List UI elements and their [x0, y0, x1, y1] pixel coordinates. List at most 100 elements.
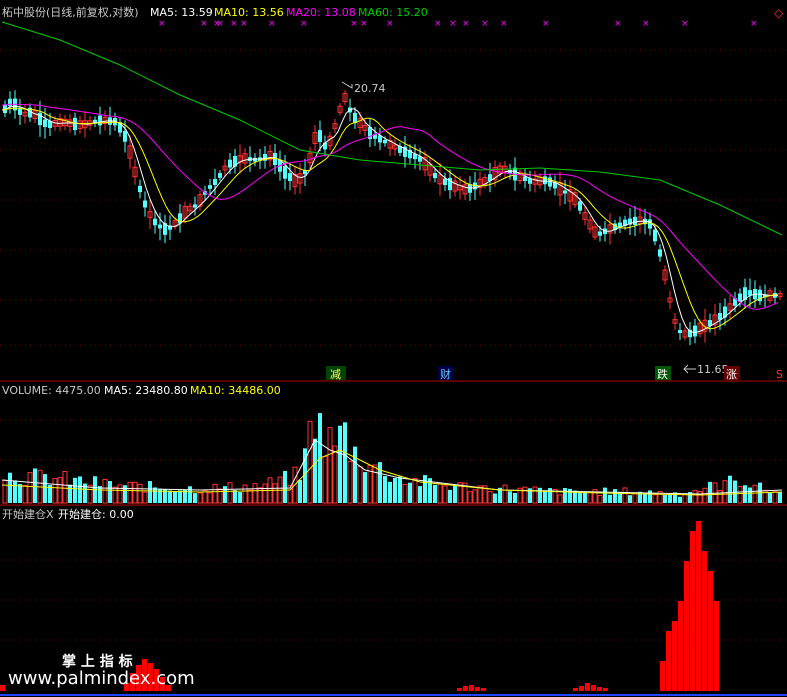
- volume-bar: [108, 481, 112, 503]
- indicator-bar: [678, 601, 683, 691]
- stock-chart: × × ×× × × × × × × × × × × × × × × × × × 柘中股份(日线,前复权,对数) MA…: [0, 5, 787, 696]
- volume-bar: [257, 487, 263, 504]
- volume-bar: [702, 487, 708, 504]
- signal-x-mark: ×: [681, 19, 689, 29]
- indicator-bar: [603, 688, 608, 691]
- volume-bar: [508, 491, 512, 503]
- volume-bar: [743, 485, 747, 503]
- signal-x-mark: ×: [542, 19, 550, 29]
- volume-bar: [513, 492, 517, 503]
- candle-body: [283, 165, 287, 179]
- tag-zhang[interactable]: 涨: [724, 366, 740, 381]
- volume-bar: [132, 481, 138, 504]
- signal-x-mark: ×: [642, 19, 650, 29]
- candle-body: [678, 329, 682, 334]
- volume-bar: [142, 491, 148, 504]
- signal-x-mark: ×: [216, 19, 224, 29]
- volume-bar: [247, 489, 253, 504]
- volume-bar: [372, 464, 378, 504]
- signal-x-mark: ×: [500, 19, 508, 29]
- signal-x-mark: ×: [462, 19, 470, 29]
- volume-bar: [332, 445, 338, 504]
- indicator-bar: [469, 685, 474, 691]
- indicator-bar: [457, 688, 462, 691]
- diamond-icon[interactable]: ◇: [774, 6, 784, 20]
- volume-bar: [408, 482, 412, 503]
- candle-body: [633, 216, 637, 226]
- volume-bar: [418, 486, 422, 503]
- volume-bar: [597, 495, 603, 504]
- signal-x-mark: ×: [434, 19, 442, 29]
- indicator-bar: [591, 685, 596, 691]
- volume-bar: [437, 482, 443, 504]
- candle-body: [228, 159, 232, 168]
- indicator-bar: [672, 621, 677, 691]
- volume-bar: [722, 480, 728, 504]
- volume-bar: [378, 462, 382, 503]
- volume-ma5-label: MA5: 23480.80: [104, 384, 188, 397]
- signal-x-mark: ×: [614, 19, 622, 29]
- volume-bar: [433, 484, 437, 503]
- tag-cai[interactable]: 财: [438, 366, 454, 381]
- volume-bar: [467, 491, 473, 504]
- volume-bar: [233, 490, 237, 503]
- volume-bar: [548, 488, 552, 503]
- signal-x-mark: ×: [449, 19, 457, 29]
- volume-label: VOLUME: 4475.00: [2, 384, 101, 397]
- tag-zhang-text: 涨: [726, 368, 737, 381]
- volume-bar: [212, 483, 218, 504]
- indicator-bar: [660, 661, 665, 691]
- volume-bar: [557, 494, 563, 504]
- tag-cai-text: 财: [440, 367, 451, 381]
- volume-bar: [423, 475, 427, 503]
- volume-bar: [57, 477, 63, 504]
- tag-die[interactable]: 跌: [655, 366, 671, 381]
- candle-body: [648, 219, 652, 229]
- indicator-bar: [714, 601, 719, 691]
- volume-bar: [608, 494, 612, 503]
- candle-body: [18, 109, 22, 115]
- signal-x-mark: ×: [268, 19, 276, 29]
- volume-bar: [102, 478, 108, 504]
- candle-body: [123, 131, 127, 142]
- volume-bar: [343, 422, 347, 503]
- volume-bar: [363, 472, 367, 503]
- volume-bar: [148, 481, 152, 503]
- volume-bars: [2, 413, 782, 504]
- ma20-label: MA20: 13.08: [286, 6, 356, 19]
- volume-bar: [587, 491, 593, 504]
- watermark-url: www.palmindex.com: [8, 668, 195, 689]
- volume-bar: [123, 485, 127, 503]
- volume-bar: [168, 490, 172, 503]
- signal-x-mark: ×: [350, 19, 358, 29]
- candle-body: [543, 176, 547, 185]
- tag-die-text: 跌: [657, 367, 668, 381]
- volume-bar: [2, 479, 8, 504]
- volume-bar: [402, 483, 408, 504]
- candle-body: [98, 115, 102, 126]
- volume-bar: [563, 488, 567, 503]
- tag-jian[interactable]: 减: [326, 366, 346, 381]
- candle-body: [213, 179, 217, 185]
- volume-bar: [652, 494, 658, 504]
- volume-ma10-label: MA10: 34486.00: [190, 384, 281, 397]
- volume-bar: [52, 478, 58, 504]
- volume-bar: [27, 472, 33, 504]
- tag-jian-text: 减: [330, 368, 341, 381]
- volume-bar: [697, 491, 703, 504]
- volume-bar: [78, 476, 82, 503]
- indicator-bar: [573, 688, 578, 691]
- volume-bar: [393, 477, 397, 503]
- volume-bar: [117, 484, 123, 504]
- volume-bar: [173, 491, 177, 503]
- candle-body: [8, 98, 12, 107]
- candle-body: [598, 231, 602, 236]
- signal-x-mark: ×: [200, 19, 208, 29]
- indicator-bar: [708, 571, 713, 691]
- candle-body: [253, 157, 257, 162]
- volume-bar: [583, 491, 587, 503]
- volume-bar: [322, 456, 328, 504]
- tag-s[interactable]: S: [776, 368, 783, 381]
- volume-bar: [578, 492, 582, 503]
- candle-body: [153, 218, 157, 226]
